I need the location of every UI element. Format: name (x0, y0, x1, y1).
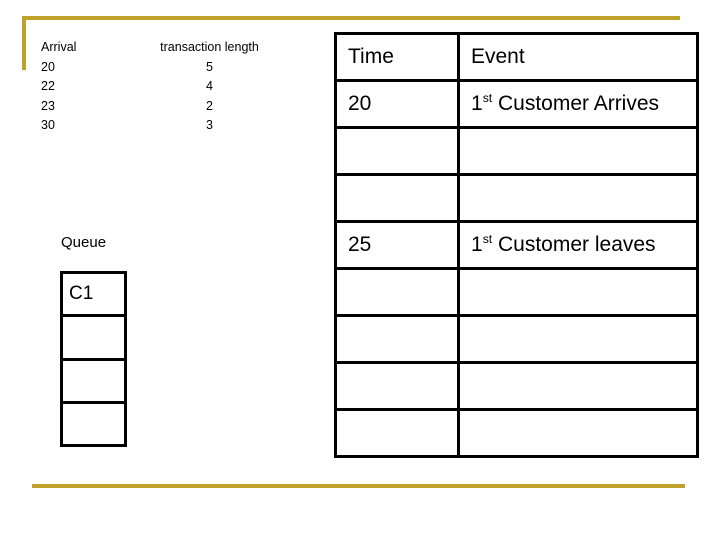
time-cell: 20 (334, 79, 460, 129)
transaction-length-column-header: transaction length (160, 40, 259, 54)
transaction-length-value: 5 (206, 59, 213, 74)
time-cell (334, 173, 460, 223)
event-cell (457, 361, 699, 411)
event-text-rest: Customer Arrives (492, 92, 660, 115)
table-row (334, 314, 699, 364)
time-cell (334, 408, 460, 458)
event-trace-table: Time Event 20 1st Customer Arrives 25 1s… (334, 32, 699, 458)
queue-label: Queue (61, 234, 107, 251)
time-column-header: Time (334, 32, 460, 82)
queue-box: C1 (60, 271, 127, 447)
table-row (334, 126, 699, 176)
event-cell: 1st Customer leaves (457, 220, 699, 270)
time-cell (334, 267, 460, 317)
arrival-list-header-row: Arrival transaction length (41, 38, 266, 58)
table-row (334, 408, 699, 458)
event-cell (457, 126, 699, 176)
event-cell (457, 314, 699, 364)
arrival-column-header: Arrival (41, 40, 77, 54)
transaction-length-value: 3 (206, 118, 213, 132)
top-gold-rule (22, 16, 680, 20)
event-cell (457, 267, 699, 317)
time-cell (334, 314, 460, 364)
bottom-gold-rule (32, 484, 685, 488)
table-row (334, 361, 699, 411)
event-column-header: Event (457, 32, 699, 82)
arrival-value: 22 (41, 79, 55, 93)
arrival-list-row: 30 3 (41, 116, 266, 136)
time-cell (334, 126, 460, 176)
table-row: 25 1st Customer leaves (334, 220, 699, 270)
time-cell: 25 (334, 220, 460, 270)
table-row (334, 267, 699, 317)
queue-cell (63, 404, 124, 444)
event-text-prefix: 1 (471, 92, 483, 115)
event-text-ordinal-suffix: st (482, 91, 493, 105)
arrival-data-list: Arrival transaction length 20 5 22 4 23 … (41, 38, 266, 136)
event-cell: 1st Customer Arrives (457, 79, 699, 129)
event-cell (457, 408, 699, 458)
arrival-value: 30 (41, 118, 55, 132)
arrival-list-row: 22 4 (41, 77, 266, 97)
queue-cell: C1 (63, 274, 124, 318)
time-cell (334, 361, 460, 411)
queue-cell (63, 317, 124, 361)
transaction-length-value: 2 (206, 98, 213, 113)
table-row: 20 1st Customer Arrives (334, 79, 699, 129)
event-text-prefix: 1 (471, 233, 483, 256)
event-text-rest: Customer leaves (492, 233, 656, 256)
transaction-length-value: 4 (206, 79, 213, 93)
event-text-ordinal-suffix: st (482, 232, 493, 246)
top-left-gold-corner (22, 16, 26, 70)
arrival-value: 23 (41, 98, 55, 113)
arrival-value: 20 (41, 59, 55, 74)
event-cell (457, 173, 699, 223)
arrival-list-row: 20 5 (41, 58, 266, 78)
queue-cell (63, 361, 124, 404)
arrival-list-row: 23 2 (41, 97, 266, 117)
table-row (334, 173, 699, 223)
event-table-header-row: Time Event (334, 32, 699, 82)
